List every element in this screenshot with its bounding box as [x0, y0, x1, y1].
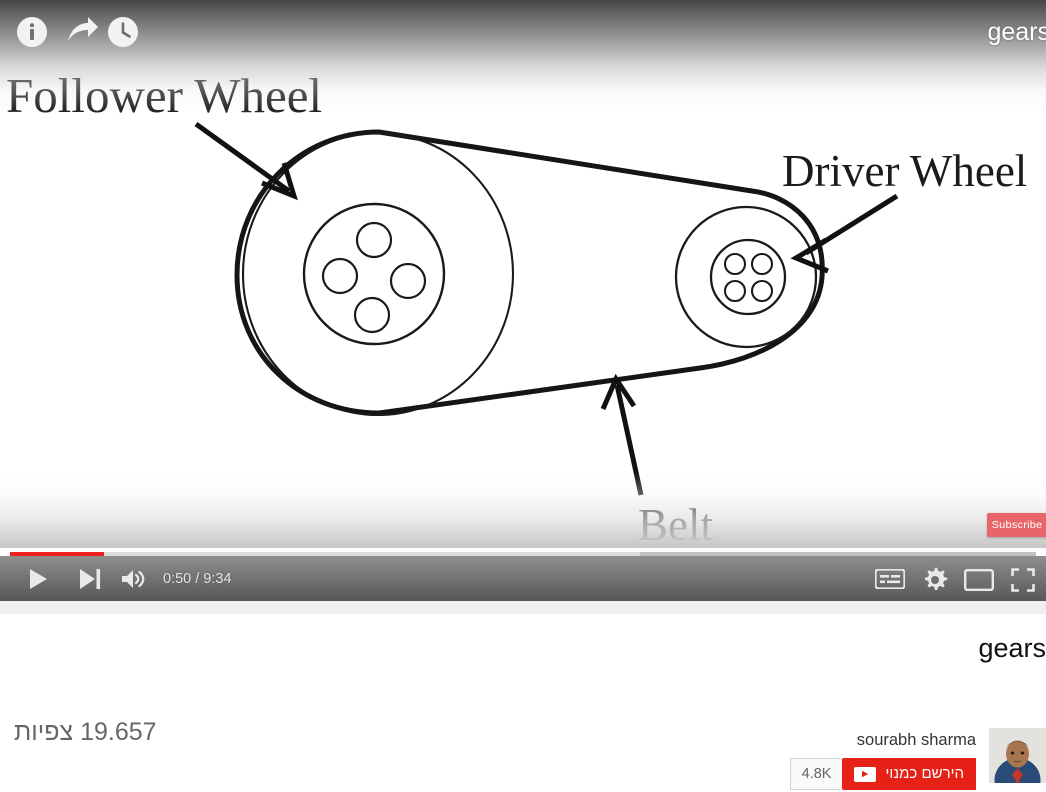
theater-mode-button[interactable] — [964, 569, 995, 592]
bolt-hole — [750, 279, 774, 303]
video-info-section: gears 19.657 צפיות sourabh sharma הירשם … — [0, 614, 1046, 790]
bolt-hole — [723, 279, 747, 303]
volume-button[interactable] — [120, 567, 148, 591]
belt-path — [234, 129, 825, 416]
subscribe-watermark-button[interactable]: Subscribe — [987, 513, 1046, 537]
subscribe-group: הירשם כמנוי 4.8K — [789, 758, 976, 790]
player-title: gears — [987, 18, 1046, 46]
video-meta-row: 19.657 צפיות sourabh sharma הירשם כמנוי … — [0, 670, 1046, 790]
bolt-hole — [355, 221, 393, 259]
next-video-button[interactable] — [78, 568, 102, 590]
watch-later-icon[interactable] — [107, 16, 139, 48]
video-frame[interactable]: Follower Wheel Driver Wheel Belt — [0, 0, 1046, 601]
follower-wheel — [241, 131, 515, 417]
youtube-play-icon — [854, 766, 877, 782]
player-top-bar: gears — [0, 0, 1046, 62]
bolt-hole — [389, 262, 427, 300]
settings-gear-icon[interactable] — [922, 567, 948, 593]
arrow-follower-wheel — [194, 121, 298, 201]
fullscreen-button[interactable] — [1011, 568, 1035, 592]
play-button[interactable] — [27, 568, 49, 590]
label-driver-wheel: Driver Wheel — [782, 146, 1027, 196]
view-count: 19.657 צפיות — [14, 718, 157, 746]
driver-wheel — [674, 205, 818, 349]
info-icon[interactable] — [16, 16, 48, 48]
channel-name[interactable]: sourabh sharma — [857, 730, 976, 750]
bolt-hole — [321, 257, 359, 295]
player-bottom-strip — [0, 601, 1046, 614]
label-follower-wheel: Follower Wheel — [6, 68, 322, 123]
label-belt: Belt — [638, 500, 713, 550]
belt-drive-diagram: Follower Wheel Driver Wheel Belt — [6, 68, 1027, 550]
subscribe-label: הירשם כמנוי — [885, 765, 964, 782]
bolt-hole — [353, 296, 391, 334]
arrow-belt — [600, 373, 644, 496]
bolt-hole — [750, 252, 774, 276]
bolt-hole — [723, 252, 747, 276]
channel-block: sourabh sharma הירשם כמנוי 4.8K — [766, 718, 1046, 792]
subscribe-button[interactable]: הירשם כמנוי — [842, 758, 976, 790]
video-title: gears — [978, 633, 1046, 663]
share-icon[interactable] — [64, 14, 100, 50]
player-controls-bar: 0:50 / 9:34 — [0, 556, 1046, 601]
subscribe-watermark-label: Subscribe — [991, 519, 1043, 531]
subscriber-count[interactable]: 4.8K — [789, 758, 843, 790]
video-player[interactable]: Follower Wheel Driver Wheel Belt gears S… — [0, 0, 1046, 601]
captions-button[interactable] — [874, 568, 906, 590]
channel-avatar[interactable] — [989, 728, 1046, 783]
time-display: 0:50 / 9:34 — [163, 571, 232, 587]
arrow-driver-wheel — [790, 193, 899, 274]
